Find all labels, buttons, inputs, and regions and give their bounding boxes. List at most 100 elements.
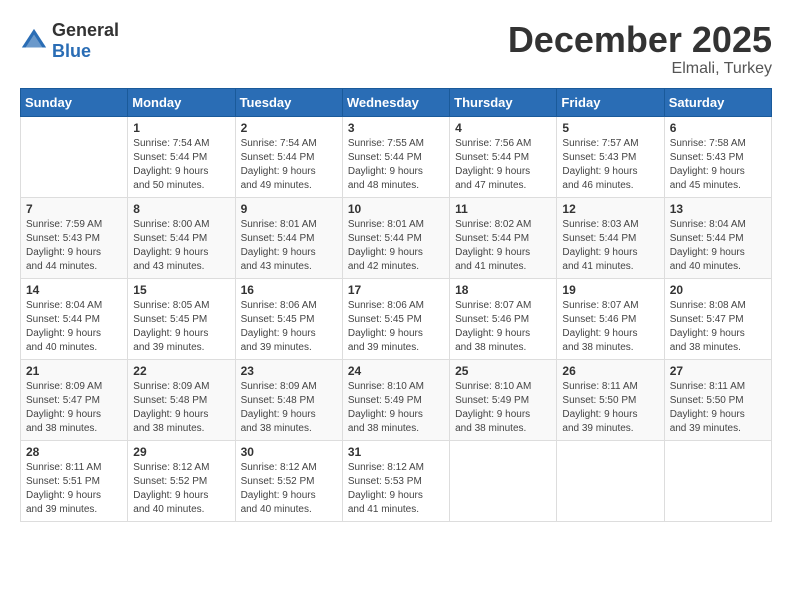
day-number: 29 (133, 445, 229, 459)
day-number: 4 (455, 121, 551, 135)
day-info: Sunrise: 8:08 AMSunset: 5:47 PMDaylight:… (670, 299, 766, 355)
day-info: Sunrise: 8:04 AMSunset: 5:44 PMDaylight:… (670, 218, 766, 274)
day-info: Sunrise: 8:11 AMSunset: 5:50 PMDaylight:… (562, 380, 658, 436)
day-info: Sunrise: 7:59 AMSunset: 5:43 PMDaylight:… (26, 218, 122, 274)
calendar-cell: 2 Sunrise: 7:54 AMSunset: 5:44 PMDaylight… (235, 116, 342, 197)
calendar-cell: 22Sunrise: 8:09 AMSunset: 5:48 PMDayligh… (128, 359, 235, 440)
day-number: 24 (348, 364, 444, 378)
day-info: Sunrise: 8:11 AMSunset: 5:51 PMDaylight:… (26, 461, 122, 517)
day-number: 26 (562, 364, 658, 378)
day-number: 17 (348, 283, 444, 297)
day-number: 14 (26, 283, 122, 297)
calendar-cell: 19 Sunrise: 8:07 AMSunset: 5:46 PMDayligh… (557, 278, 664, 359)
calendar-cell: 15 Sunrise: 8:05 AMSunset: 5:45 PMDayligh… (128, 278, 235, 359)
day-number: 30 (241, 445, 337, 459)
calendar-header-row: Sunday Monday Tuesday Wednesday Thursday… (21, 88, 772, 116)
day-info: Sunrise: 8:11 AMSunset: 5:50 PMDaylight:… (670, 380, 766, 436)
day-number: 1 (133, 121, 229, 135)
day-number: 19 (562, 283, 658, 297)
day-number: 6 (670, 121, 766, 135)
day-number: 3 (348, 121, 444, 135)
calendar-cell: 28 Sunrise: 8:11 AMSunset: 5:51 PMDayligh… (21, 440, 128, 521)
day-info: Sunrise: 8:10 AMSunset: 5:49 PMDaylight:… (348, 380, 444, 436)
day-info: Sunrise: 8:00 AMSunset: 5:44 PMDaylight:… (133, 218, 229, 274)
day-number: 31 (348, 445, 444, 459)
day-info: Sunrise: 8:03 AMSunset: 5:44 PMDaylight:… (562, 218, 658, 274)
col-wednesday: Wednesday (342, 88, 449, 116)
calendar-cell: 25 Sunrise: 8:10 AMSunset: 5:49 PMDayligh… (450, 359, 557, 440)
calendar-week-row-1: 1 Sunrise: 7:54 AMSunset: 5:44 PMDaylight… (21, 116, 772, 197)
day-info: Sunrise: 8:02 AMSunset: 5:44 PMDaylight:… (455, 218, 551, 274)
calendar-cell: 4 Sunrise: 7:56 AMSunset: 5:44 PMDaylight… (450, 116, 557, 197)
logo-general: General (52, 20, 119, 40)
calendar-cell: 13 Sunrise: 8:04 AMSunset: 5:44 PMDayligh… (664, 197, 771, 278)
calendar-cell: 23 Sunrise: 8:09 AMSunset: 5:48 PMDayligh… (235, 359, 342, 440)
day-number: 18 (455, 283, 551, 297)
calendar-cell: 29Sunrise: 8:12 AMSunset: 5:52 PMDayligh… (128, 440, 235, 521)
calendar-table: Sunday Monday Tuesday Wednesday Thursday… (20, 88, 772, 522)
day-info: Sunrise: 7:54 AMSunset: 5:44 PMDaylight:… (241, 137, 337, 193)
day-info: Sunrise: 7:55 AMSunset: 5:44 PMDaylight:… (348, 137, 444, 193)
calendar-cell: 11 Sunrise: 8:02 AMSunset: 5:44 PMDayligh… (450, 197, 557, 278)
day-number: 2 (241, 121, 337, 135)
page-header: General Blue December 2025 Elmali, Turke… (20, 20, 772, 78)
col-thursday: Thursday (450, 88, 557, 116)
day-number: 25 (455, 364, 551, 378)
calendar-cell: 3 Sunrise: 7:55 AMSunset: 5:44 PMDaylight… (342, 116, 449, 197)
calendar-cell: 18Sunrise: 8:07 AMSunset: 5:46 PMDayligh… (450, 278, 557, 359)
day-info: Sunrise: 8:05 AMSunset: 5:45 PMDaylight:… (133, 299, 229, 355)
day-number: 28 (26, 445, 122, 459)
calendar-cell: 16Sunrise: 8:06 AMSunset: 5:45 PMDayligh… (235, 278, 342, 359)
day-number: 13 (670, 202, 766, 216)
logo-blue: Blue (52, 41, 91, 61)
day-info: Sunrise: 8:04 AMSunset: 5:44 PMDaylight:… (26, 299, 122, 355)
day-number: 20 (670, 283, 766, 297)
calendar-cell: 14 Sunrise: 8:04 AMSunset: 5:44 PMDayligh… (21, 278, 128, 359)
calendar-week-row-2: 7Sunrise: 7:59 AMSunset: 5:43 PMDaylight… (21, 197, 772, 278)
logo-text: General Blue (52, 20, 119, 62)
calendar-cell: 8 Sunrise: 8:00 AMSunset: 5:44 PMDaylight… (128, 197, 235, 278)
day-number: 27 (670, 364, 766, 378)
day-number: 5 (562, 121, 658, 135)
col-friday: Friday (557, 88, 664, 116)
calendar-cell: 27 Sunrise: 8:11 AMSunset: 5:50 PMDayligh… (664, 359, 771, 440)
calendar-cell: 9Sunrise: 8:01 AMSunset: 5:44 PMDaylight… (235, 197, 342, 278)
day-info: Sunrise: 8:06 AMSunset: 5:45 PMDaylight:… (241, 299, 337, 355)
calendar-cell: 17 Sunrise: 8:06 AMSunset: 5:45 PMDayligh… (342, 278, 449, 359)
calendar-cell: 24 Sunrise: 8:10 AMSunset: 5:49 PMDayligh… (342, 359, 449, 440)
calendar-cell: 5Sunrise: 7:57 AMSunset: 5:43 PMDaylight… (557, 116, 664, 197)
day-number: 23 (241, 364, 337, 378)
day-number: 15 (133, 283, 229, 297)
day-info: Sunrise: 8:01 AMSunset: 5:44 PMDaylight:… (348, 218, 444, 274)
day-info: Sunrise: 8:07 AMSunset: 5:46 PMDaylight:… (562, 299, 658, 355)
calendar-cell: 21Sunrise: 8:09 AMSunset: 5:47 PMDayligh… (21, 359, 128, 440)
calendar-week-row-3: 14 Sunrise: 8:04 AMSunset: 5:44 PMDayligh… (21, 278, 772, 359)
day-info: Sunrise: 8:06 AMSunset: 5:45 PMDaylight:… (348, 299, 444, 355)
day-number: 8 (133, 202, 229, 216)
location: Elmali, Turkey (508, 60, 772, 78)
col-tuesday: Tuesday (235, 88, 342, 116)
calendar-cell (557, 440, 664, 521)
day-info: Sunrise: 8:09 AMSunset: 5:48 PMDaylight:… (241, 380, 337, 436)
day-number: 12 (562, 202, 658, 216)
day-info: Sunrise: 7:54 AMSunset: 5:44 PMDaylight:… (133, 137, 229, 193)
day-info: Sunrise: 8:10 AMSunset: 5:49 PMDaylight:… (455, 380, 551, 436)
logo-icon (20, 27, 48, 55)
calendar-cell: 12 Sunrise: 8:03 AMSunset: 5:44 PMDayligh… (557, 197, 664, 278)
col-sunday: Sunday (21, 88, 128, 116)
col-monday: Monday (128, 88, 235, 116)
day-info: Sunrise: 8:09 AMSunset: 5:48 PMDaylight:… (133, 380, 229, 436)
month-title: December 2025 (508, 20, 772, 60)
calendar-cell: 1 Sunrise: 7:54 AMSunset: 5:44 PMDaylight… (128, 116, 235, 197)
logo: General Blue (20, 20, 119, 62)
day-number: 11 (455, 202, 551, 216)
calendar-cell: 6 Sunrise: 7:58 AMSunset: 5:43 PMDaylight… (664, 116, 771, 197)
col-saturday: Saturday (664, 88, 771, 116)
day-info: Sunrise: 7:56 AMSunset: 5:44 PMDaylight:… (455, 137, 551, 193)
day-info: Sunrise: 7:58 AMSunset: 5:43 PMDaylight:… (670, 137, 766, 193)
calendar-week-row-4: 21Sunrise: 8:09 AMSunset: 5:47 PMDayligh… (21, 359, 772, 440)
calendar-cell: 10Sunrise: 8:01 AMSunset: 5:44 PMDayligh… (342, 197, 449, 278)
calendar-cell: 20 Sunrise: 8:08 AMSunset: 5:47 PMDayligh… (664, 278, 771, 359)
day-info: Sunrise: 8:12 AMSunset: 5:53 PMDaylight:… (348, 461, 444, 517)
calendar-cell (664, 440, 771, 521)
